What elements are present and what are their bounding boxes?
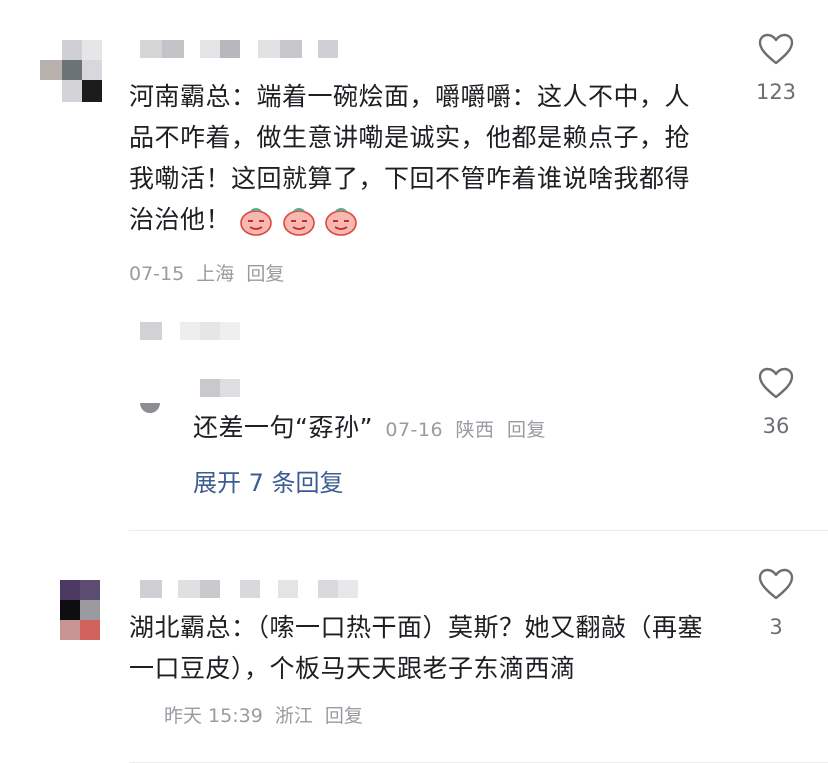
heart-icon bbox=[758, 568, 794, 600]
reply-item: 还差一句“孬孙” 07-16 陕西 回复 展开 7 条回复 36 bbox=[0, 300, 828, 500]
comment-item: 湖北霸总：（嗦一口热干面）莫斯？她又翻敲（再塞一口豆皮），个板马天天跟老子东滴西… bbox=[0, 560, 828, 763]
username-blurred[interactable] bbox=[140, 580, 360, 598]
comment-text: 河南霸总：端着一碗烩面，嚼嚼嚼：这人不中，人品不咋着，做生意讲嘞是诚实，他都是赖… bbox=[129, 76, 714, 240]
avatar[interactable] bbox=[60, 580, 100, 640]
emoji-group bbox=[239, 205, 358, 236]
comment-item: 河南霸总：端着一碗烩面，嚼嚼嚼：这人不中，人品不咋着，做生意讲嘞是诚实，他都是赖… bbox=[0, 0, 828, 300]
like-button[interactable]: 36 bbox=[746, 367, 806, 442]
comment-meta: 07-15 上海 回复 bbox=[129, 259, 284, 286]
username-blurred[interactable] bbox=[140, 40, 340, 58]
like-button[interactable]: 123 bbox=[746, 33, 806, 108]
reply-button[interactable]: 回复 bbox=[246, 263, 284, 285]
avatar[interactable] bbox=[40, 40, 102, 102]
reply-date: 07-16 bbox=[385, 419, 444, 441]
reply-username-blurred[interactable] bbox=[140, 322, 260, 340]
reply-button[interactable]: 回复 bbox=[507, 419, 546, 441]
like-count: 123 bbox=[755, 80, 797, 104]
like-count: 36 bbox=[762, 414, 790, 438]
like-count: 3 bbox=[769, 615, 783, 639]
comment-text: 湖北霸总：（嗦一口热干面）莫斯？她又翻敲（再塞一口豆皮），个板马天天跟老子东滴西… bbox=[129, 613, 704, 683]
comment-date: 昨天 15:39 bbox=[164, 705, 263, 727]
comment-text-body: 河南霸总：端着一碗烩面，嚼嚼嚼：这人不中，人品不咋着，做生意讲嘞是诚实，他都是赖… bbox=[129, 82, 691, 234]
like-button[interactable]: 3 bbox=[746, 568, 806, 643]
face-emoji-icon bbox=[283, 208, 315, 236]
comment-location: 上海 bbox=[196, 263, 235, 285]
face-emoji-icon bbox=[240, 208, 273, 236]
heart-icon bbox=[758, 33, 794, 65]
face-emoji-icon bbox=[325, 208, 358, 236]
expand-replies-link[interactable]: 展开 7 条回复 bbox=[193, 463, 344, 498]
heart-icon bbox=[758, 367, 794, 399]
comment-meta: 昨天 15:39 浙江 回复 bbox=[164, 701, 363, 728]
divider bbox=[129, 530, 828, 531]
reply-avatar[interactable] bbox=[140, 375, 240, 415]
reply-button[interactable]: 回复 bbox=[325, 705, 363, 727]
comment-date: 07-15 bbox=[129, 263, 185, 285]
reply-text: 还差一句“孬孙” bbox=[193, 413, 373, 442]
comment-location: 浙江 bbox=[274, 705, 313, 727]
reply-line: 还差一句“孬孙” 07-16 陕西 回复 bbox=[193, 407, 546, 451]
reply-location: 陕西 bbox=[455, 419, 495, 441]
